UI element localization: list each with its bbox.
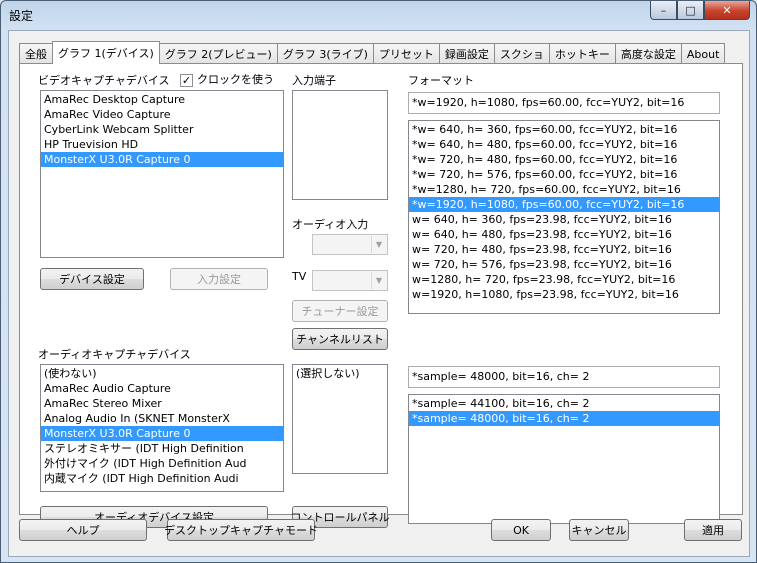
format-item[interactable]: *w=1920, h=1080, fps=60.00, fcc=YUY2, bi… <box>409 197 719 212</box>
caption-buttons: – □ ✕ <box>650 1 750 21</box>
cancel-button[interactable]: キャンセル <box>569 519 629 541</box>
format-item[interactable]: *w= 640, h= 360, fps=60.00, fcc=YUY2, bi… <box>409 122 719 137</box>
input-settings-button[interactable]: 入力設定 <box>170 268 268 290</box>
clock-checkbox-label: クロックを使う <box>197 73 274 86</box>
tab-3[interactable]: グラフ 3(ライブ) <box>276 43 374 64</box>
audio-device-item[interactable]: AmaRec Audio Capture <box>41 381 283 396</box>
format-item[interactable]: w= 720, h= 576, fps=23.98, fcc=YUY2, bit… <box>409 257 719 272</box>
tab-7[interactable]: ホットキー <box>548 43 616 64</box>
audio-device-item[interactable]: (使わない) <box>41 366 283 381</box>
settings-window: 設定 – □ ✕ 全般 グラフ 1(デバイス) グラフ 2(プレビュー) グラフ 3(… <box>0 0 757 563</box>
desktop-capture-mode-button[interactable]: デスクトップキャプチャモード <box>164 519 318 541</box>
format-item[interactable]: w= 640, h= 480, fps=23.98, fcc=YUY2, bit… <box>409 227 719 242</box>
audio-device-item[interactable]: MonsterX U3.0R Capture 0 <box>41 426 283 441</box>
audio-format-item[interactable]: *sample= 44100, bit=16, ch= 2 <box>409 396 719 411</box>
format-label: フォーマット <box>408 74 474 87</box>
audio-device-item[interactable]: 内蔵マイク (IDT High Definition Audi <box>41 471 283 486</box>
close-button[interactable]: ✕ <box>704 1 750 20</box>
audio-device-item[interactable]: Analog Audio In (SKNET MonsterX <box>41 411 283 426</box>
tab-panel-graph1: ビデオキャプチャデバイス ✓ クロックを使う AmaRec Desktop Cap… <box>19 63 743 528</box>
audio-input-label: オーディオ入力 <box>292 218 369 231</box>
format-item[interactable]: w=1280, h= 720, fps=23.98, fcc=YUY2, bit… <box>409 272 719 287</box>
ok-button[interactable]: OK <box>491 519 551 541</box>
audio-input-combo[interactable]: ▼ <box>312 234 388 255</box>
audio-device-list[interactable]: (使わない) AmaRec Audio Capture AmaRec Stereo … <box>40 364 284 492</box>
format-item[interactable]: w=1920, h=1080, fps=23.98, fcc=YUY2, bit… <box>409 287 719 302</box>
format-list[interactable]: *w= 640, h= 360, fps=60.00, fcc=YUY2, bi… <box>408 120 720 314</box>
tab-5[interactable]: 録画設定 <box>438 43 495 64</box>
tab-0[interactable]: 全般 <box>19 43 53 64</box>
tab-9[interactable]: About <box>680 43 726 64</box>
tab-4[interactable]: プリセット <box>372 43 440 64</box>
current-audio-format-field[interactable]: *sample= 48000, bit=16, ch= 2 <box>408 366 720 388</box>
audio-device-item[interactable]: 外付けマイク (IDT High Definition Aud <box>41 456 283 471</box>
video-device-item[interactable]: MonsterX U3.0R Capture 0 <box>41 152 283 167</box>
audio-pin-list[interactable]: (選択しない) <box>292 364 388 474</box>
help-button[interactable]: ヘルプ <box>19 519 147 541</box>
tv-combo[interactable]: ▼ <box>312 270 388 291</box>
dialog-client: 全般 グラフ 1(デバイス) グラフ 2(プレビュー) グラフ 3(ライブ) プリセット… <box>8 30 750 557</box>
minimize-button[interactable]: – <box>650 1 677 20</box>
format-item[interactable]: *w= 720, h= 576, fps=60.00, fcc=YUY2, bi… <box>409 167 719 182</box>
format-item[interactable]: *w= 640, h= 480, fps=60.00, fcc=YUY2, bi… <box>409 137 719 152</box>
video-device-label: ビデオキャプチャデバイス <box>38 74 170 87</box>
video-device-item[interactable]: HP Truevision HD <box>41 137 283 152</box>
input-terminal-list[interactable] <box>292 90 388 200</box>
format-item[interactable]: *w= 720, h= 480, fps=60.00, fcc=YUY2, bi… <box>409 152 719 167</box>
device-settings-button[interactable]: デバイス設定 <box>40 268 144 290</box>
video-device-item[interactable]: CyberLink Webcam Splitter <box>41 122 283 137</box>
format-item[interactable]: *w=1280, h= 720, fps=60.00, fcc=YUY2, bi… <box>409 182 719 197</box>
check-icon: ✓ <box>180 73 193 87</box>
clock-checkbox[interactable]: ✓ クロックを使う <box>180 71 274 87</box>
audio-format-list[interactable]: *sample= 44100, bit=16, ch= 2 *sample= 48… <box>408 394 720 524</box>
audio-pin-item[interactable]: (選択しない) <box>293 366 387 381</box>
window-title: 設定 <box>9 9 34 23</box>
video-device-item[interactable]: AmaRec Video Capture <box>41 107 283 122</box>
video-device-item[interactable]: AmaRec Desktop Capture <box>41 92 283 107</box>
tab-strip: 全般 グラフ 1(デバイス) グラフ 2(プレビュー) グラフ 3(ライブ) プリセット… <box>19 41 726 64</box>
channel-list-button[interactable]: チャンネルリスト <box>292 328 388 350</box>
tab-1[interactable]: グラフ 1(デバイス) <box>52 41 160 64</box>
tab-2[interactable]: グラフ 2(プレビュー) <box>158 43 278 64</box>
chevron-down-icon: ▼ <box>371 236 386 253</box>
tab-6[interactable]: スクショ <box>493 43 550 64</box>
chevron-down-icon: ▼ <box>371 272 386 289</box>
format-item[interactable]: w= 640, h= 360, fps=23.98, fcc=YUY2, bit… <box>409 212 719 227</box>
tab-8[interactable]: 高度な設定 <box>614 43 682 64</box>
input-terminal-label: 入力端子 <box>292 74 336 87</box>
audio-device-item[interactable]: ステレオミキサー (IDT High Definition <box>41 441 283 456</box>
current-format-field[interactable]: *w=1920, h=1080, fps=60.00, fcc=YUY2, bi… <box>408 92 720 114</box>
video-device-list[interactable]: AmaRec Desktop Capture AmaRec Video Captu… <box>40 90 284 258</box>
maximize-button[interactable]: □ <box>677 1 704 20</box>
audio-device-label: オーディオキャプチャデバイス <box>38 348 191 361</box>
audio-format-item[interactable]: *sample= 48000, bit=16, ch= 2 <box>409 411 719 426</box>
tuner-settings-button[interactable]: チューナー設定 <box>292 300 388 322</box>
format-item[interactable]: w= 720, h= 480, fps=23.98, fcc=YUY2, bit… <box>409 242 719 257</box>
apply-button[interactable]: 適用 <box>684 519 742 541</box>
tv-label: TV <box>292 270 307 283</box>
audio-device-item[interactable]: AmaRec Stereo Mixer <box>41 396 283 411</box>
